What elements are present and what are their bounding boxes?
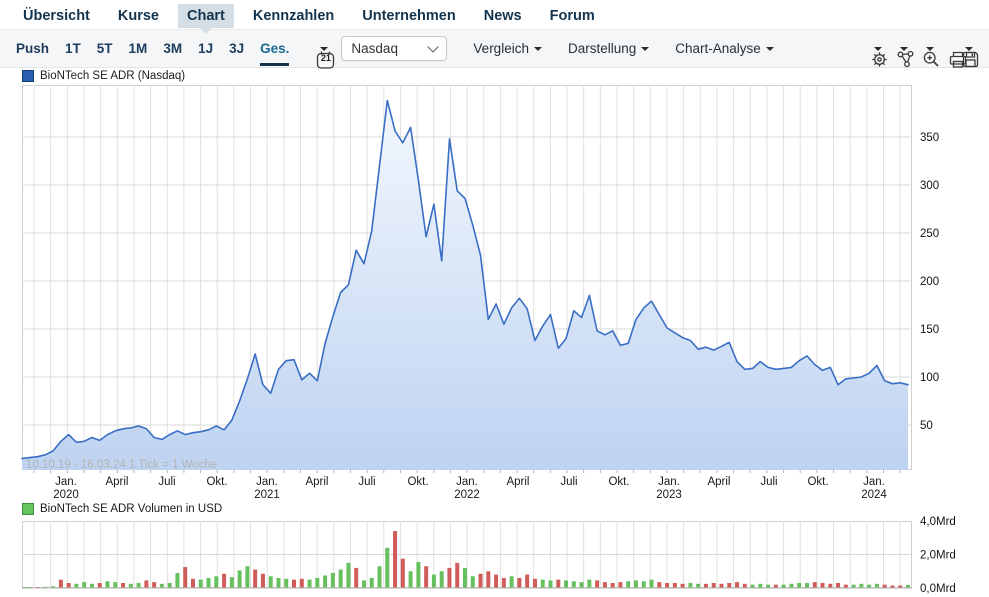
svg-text:250: 250 [920,228,939,240]
svg-text:Okt.: Okt. [608,476,629,488]
volume-chart-canvas[interactable]: 0,0Mrd 2,0Mrd 4,0Mrd [0,502,989,597]
svg-text:2,0Mrd: 2,0Mrd [920,550,956,562]
settings-button[interactable] [869,46,887,67]
svg-text:Okt.: Okt. [206,476,227,488]
svg-text:April: April [305,476,328,488]
range-1m[interactable]: 1M [129,41,148,56]
svg-text:Okt.: Okt. [407,476,428,488]
svg-text:Jan.: Jan. [658,476,680,488]
dropdown-caret-icon [765,46,774,51]
nav-item-news[interactable]: News [475,4,531,28]
main-nav: Übersicht Kurse Chart Kennzahlen Unterne… [0,0,989,34]
svg-text:Jan.: Jan. [55,476,77,488]
nav-item-kennzahlen[interactable]: Kennzahlen [244,4,343,28]
svg-text:April: April [506,476,529,488]
dropdown-caret-icon [533,46,542,51]
svg-text:150: 150 [920,324,939,336]
nav-item-forum[interactable]: Forum [541,4,604,28]
svg-text:4,0Mrd: 4,0Mrd [920,516,956,528]
svg-text:10.10.19 - 16.03.24 1 Tick =: 10.10.19 - 16.03.24 1 Tick = 1 Woche [26,459,217,471]
menu-vergleich[interactable]: Vergleich [473,41,542,56]
svg-text:Okt.: Okt. [807,476,828,488]
svg-text:Juli: Juli [158,476,175,488]
svg-text:April: April [105,476,128,488]
chevron-down-icon [427,40,440,53]
price-chart-legend: BioNTech SE ADR (Nasdaq) [22,70,185,82]
menu-vergleich-label: Vergleich [473,41,529,56]
price-legend-swatch [22,70,34,82]
nav-item-uebersicht[interactable]: Übersicht [14,4,99,28]
svg-text:350: 350 [920,132,939,144]
svg-text:50: 50 [920,420,933,432]
nav-item-chart[interactable]: Chart [178,3,234,34]
svg-text:100: 100 [920,372,939,384]
nav-item-unternehmen[interactable]: Unternehmen [353,4,464,28]
price-chart-canvas[interactable]: 50 100 150 200 250 300 350 10.10.19 - 16.03.24 … [0,68,989,500]
dropdown-caret-icon [641,46,650,51]
volume-chart-legend: BioNTech SE ADR Volumen in USD [22,503,222,515]
save-button[interactable] [960,46,979,67]
svg-text:200: 200 [920,276,939,288]
chart-toolbar: Push 1T 5T 1M 3M 1J 3J Ges. 21 Nasdaq Ve… [0,29,989,69]
svg-text:Juli: Juli [358,476,375,488]
range-3m[interactable]: 3M [163,41,182,56]
range-1t[interactable]: 1T [65,41,81,56]
zoom-button[interactable] [921,46,939,67]
svg-text:Jan.: Jan. [256,476,278,488]
menu-chart-analyse-label: Chart-Analyse [675,41,761,56]
svg-text:0,0Mrd: 0,0Mrd [920,583,956,595]
svg-text:2023: 2023 [656,489,682,500]
menu-chart-analyse[interactable]: Chart-Analyse [675,41,774,56]
toolbar-icon-group [856,46,979,68]
exchange-select-value: Nasdaq [351,41,398,56]
nav-item-kurse[interactable]: Kurse [109,4,168,28]
svg-text:300: 300 [920,180,939,192]
volume-legend-label: BioNTech SE ADR Volumen in USD [40,503,223,515]
svg-text:2021: 2021 [254,489,280,500]
range-3j[interactable]: 3J [229,41,244,56]
share-button[interactable] [895,46,914,67]
menu-darstellung-label: Darstellung [567,41,637,56]
price-legend-label: BioNTech SE ADR (Nasdaq) [40,70,186,82]
svg-text:Juli: Juli [760,476,777,488]
range-1j[interactable]: 1J [198,41,213,56]
range-gesamt[interactable]: Ges. [260,41,290,66]
menu-darstellung[interactable]: Darstellung [567,41,650,56]
range-push[interactable]: Push [16,41,49,56]
svg-text:April: April [707,476,730,488]
svg-text:2022: 2022 [454,489,480,500]
svg-text:Jan.: Jan. [456,476,478,488]
svg-text:Juli: Juli [560,476,577,488]
calendar-button[interactable]: 21 [315,46,335,69]
volume-legend-swatch [22,503,34,515]
svg-text:2024: 2024 [861,489,887,500]
range-5t[interactable]: 5T [97,41,113,56]
svg-text:2020: 2020 [53,489,79,500]
exchange-select[interactable]: Nasdaq [341,36,448,61]
svg-text:Jan.: Jan. [863,476,885,488]
chart-page: Übersicht Kurse Chart Kennzahlen Unterne… [0,0,989,597]
